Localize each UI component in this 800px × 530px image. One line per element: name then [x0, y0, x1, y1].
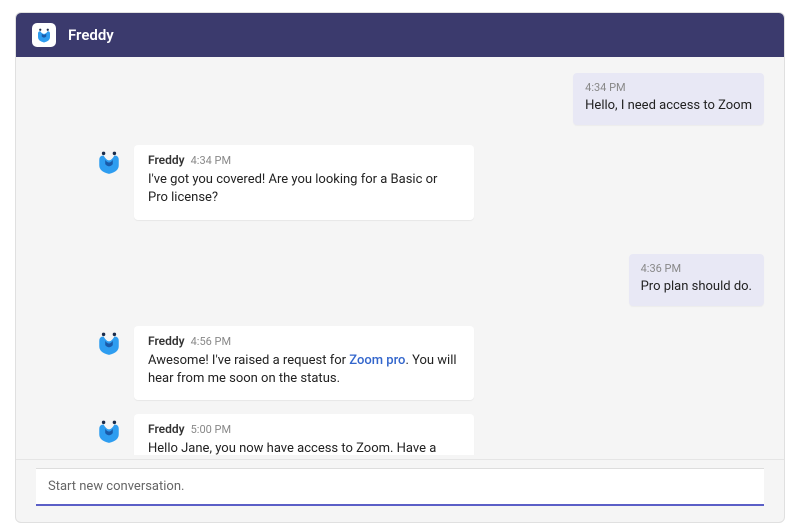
bot-message-bubble: Freddy 4:34 PM I've got you covered! Are…	[134, 145, 474, 219]
message-text: Awesome! I've raised a request for Zoom …	[148, 352, 460, 388]
message-sender-row: Freddy 4:34 PM	[148, 153, 460, 167]
bot-avatar-icon	[96, 418, 122, 444]
message-text: Pro plan should do.	[641, 278, 752, 296]
message-input-bar	[36, 468, 764, 506]
chat-window: Freddy 4:34 PM Hello, I need access to Z…	[15, 12, 785, 523]
header-title: Freddy	[68, 26, 114, 44]
user-message-row: 4:34 PM Hello, I need access to Zoom	[36, 73, 764, 125]
user-message-bubble: 4:34 PM Hello, I need access to Zoom	[573, 73, 764, 125]
message-sender: Freddy	[148, 422, 185, 436]
message-timestamp: 4:56 PM	[191, 335, 231, 348]
message-timestamp: 4:34 PM	[191, 154, 231, 167]
bot-avatar-icon	[96, 330, 122, 356]
user-message-bubble: 4:36 PM Pro plan should do.	[629, 254, 764, 306]
message-text: Hello Jane, you now have access to Zoom.…	[148, 440, 460, 455]
bot-message-row: Freddy 4:34 PM I've got you covered! Are…	[96, 145, 764, 219]
message-sender-row: Freddy 5:00 PM	[148, 422, 460, 436]
header-avatar	[32, 23, 56, 47]
bot-message-bubble: Freddy 5:00 PM Hello Jane, you now have …	[134, 414, 474, 455]
bot-message-bubble: Freddy 4:56 PM Awesome! I've raised a re…	[134, 326, 474, 400]
user-message-row: 4:36 PM Pro plan should do.	[36, 254, 764, 306]
bot-avatar	[96, 330, 122, 356]
message-sender-row: Freddy 4:56 PM	[148, 334, 460, 348]
bot-avatar-icon	[96, 149, 122, 175]
divider	[16, 459, 784, 460]
message-timestamp: 4:36 PM	[641, 262, 752, 275]
chat-messages-area[interactable]: 4:34 PM Hello, I need access to Zoom Fre…	[16, 57, 784, 455]
bot-avatar-icon	[35, 26, 53, 44]
chat-header: Freddy	[16, 13, 784, 57]
bot-message-row: Freddy 4:56 PM Awesome! I've raised a re…	[96, 326, 764, 400]
bot-avatar	[96, 418, 122, 444]
bot-avatar	[96, 149, 122, 175]
message-timestamp: 5:00 PM	[191, 423, 231, 436]
zoom-pro-link[interactable]: Zoom pro	[349, 353, 405, 368]
message-text: Hello, I need access to Zoom	[585, 97, 752, 115]
bot-message-row: Freddy 5:00 PM Hello Jane, you now have …	[96, 414, 764, 455]
message-text: I've got you covered! Are you looking fo…	[148, 171, 460, 207]
message-sender: Freddy	[148, 153, 185, 167]
message-input[interactable]	[48, 479, 752, 494]
message-text-before: Awesome! I've raised a request for	[148, 353, 349, 368]
message-timestamp: 4:34 PM	[585, 81, 752, 94]
message-sender: Freddy	[148, 334, 185, 348]
